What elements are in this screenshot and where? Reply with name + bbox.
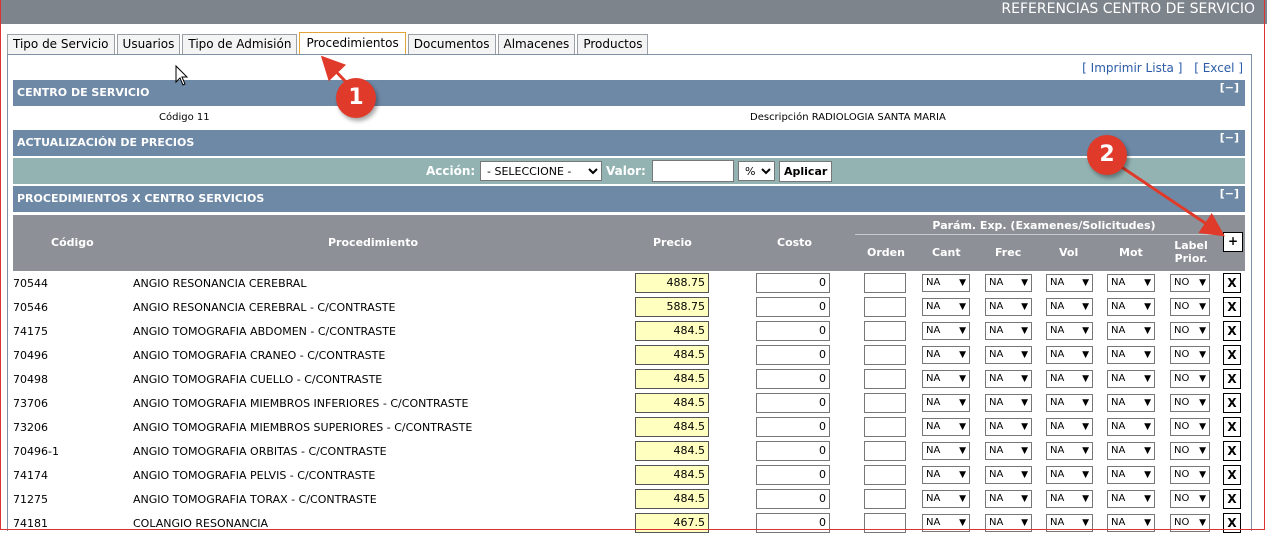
annotation-badge-1: 1 xyxy=(336,78,376,118)
red-highlight-frame xyxy=(0,0,1265,530)
annotation-badge-2: 2 xyxy=(1087,135,1127,175)
